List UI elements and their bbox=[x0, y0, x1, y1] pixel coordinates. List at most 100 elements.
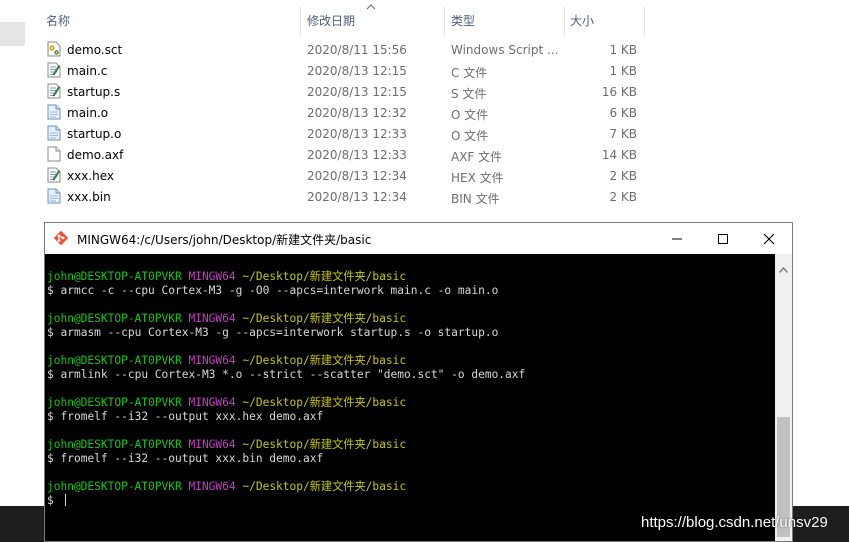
prompt-symbol: $ bbox=[47, 284, 54, 297]
taskbar-strip bbox=[0, 506, 44, 542]
file-size: 1 KB bbox=[609, 43, 637, 57]
file-size: 6 KB bbox=[609, 106, 637, 120]
prompt-symbol: $ bbox=[47, 326, 54, 339]
window-title: MINGW64:/c/Users/john/Desktop/新建文件夹/basi… bbox=[77, 233, 372, 247]
column-header-name[interactable]: 名称 bbox=[40, 0, 300, 36]
column-header-type-label: 类型 bbox=[451, 14, 476, 28]
maximize-icon bbox=[718, 234, 728, 244]
script-file-icon bbox=[47, 41, 61, 57]
source-file-icon bbox=[47, 62, 61, 78]
file-row[interactable]: demo.axf 2020/8/13 12:33 AXF 文件 14 KB bbox=[40, 144, 650, 165]
object-file-icon bbox=[47, 125, 61, 141]
prompt-symbol: $ bbox=[47, 494, 54, 507]
close-button[interactable] bbox=[746, 223, 792, 254]
file-type: AXF 文件 bbox=[451, 150, 503, 164]
file-row[interactable]: startup.s 2020/8/13 12:15 S 文件 16 KB bbox=[40, 81, 650, 102]
prompt-user: john@DESKTOP-AT0PVKR bbox=[47, 270, 182, 283]
file-explorer: 名称 修改日期 类型 大小 demo.sct 2020/8/11 15:56 Win… bbox=[0, 0, 849, 222]
file-name: xxx.bin bbox=[67, 190, 111, 204]
file-row[interactable]: main.o 2020/8/13 12:32 O 文件 6 KB bbox=[40, 102, 650, 123]
file-name: main.o bbox=[67, 106, 109, 120]
prompt-path: ~/Desktop/新建文件夹/basic bbox=[242, 396, 407, 409]
file-size: 16 KB bbox=[601, 85, 637, 99]
command-text: armcc -c --cpu Cortex-M3 -g -O0 --apcs=i… bbox=[60, 284, 499, 297]
navigation-pane-selection[interactable] bbox=[0, 22, 25, 46]
object-file-icon bbox=[47, 104, 61, 120]
column-separator[interactable] bbox=[644, 6, 645, 36]
terminal-console[interactable]: john@DESKTOP-AT0PVKR MINGW64 ~/Desktop/新… bbox=[45, 254, 775, 541]
command-line: $ fromelf --i32 --output xxx.hex demo.ax… bbox=[47, 410, 323, 424]
command-line: $ fromelf --i32 --output xxx.bin demo.ax… bbox=[47, 452, 323, 466]
file-type: S 文件 bbox=[451, 87, 487, 101]
column-header-date-label: 修改日期 bbox=[307, 14, 356, 28]
file-row[interactable]: demo.sct 2020/8/11 15:56 Windows Script ..… bbox=[40, 39, 650, 60]
file-date: 2020/8/13 12:15 bbox=[307, 64, 407, 78]
prompt-line: john@DESKTOP-AT0PVKR MINGW64 ~/Desktop/新… bbox=[47, 354, 406, 368]
command-text: fromelf --i32 --output xxx.bin demo.axf bbox=[60, 452, 324, 465]
minimize-icon bbox=[672, 238, 682, 240]
file-date: 2020/8/13 12:34 bbox=[307, 190, 407, 204]
prompt-symbol: $ bbox=[47, 410, 54, 423]
maximize-button[interactable] bbox=[700, 223, 746, 254]
object-file-icon bbox=[47, 188, 61, 204]
file-size: 14 KB bbox=[601, 148, 637, 162]
prompt-user: john@DESKTOP-AT0PVKR bbox=[47, 354, 182, 367]
file-type: O 文件 bbox=[451, 108, 489, 122]
prompt-path: ~/Desktop/新建文件夹/basic bbox=[242, 354, 407, 367]
file-size: 2 KB bbox=[609, 190, 637, 204]
prompt-line: john@DESKTOP-AT0PVKR MINGW64 ~/Desktop/新… bbox=[47, 396, 406, 410]
command-line: $ armcc -c --cpu Cortex-M3 -g -O0 --apcs… bbox=[47, 284, 498, 298]
file-row[interactable]: main.c 2020/8/13 12:15 C 文件 1 KB bbox=[40, 60, 650, 81]
git-bash-icon bbox=[53, 230, 69, 246]
file-type: O 文件 bbox=[451, 129, 489, 143]
prompt-host: MINGW64 bbox=[188, 480, 236, 493]
command-text: armasm --cpu Cortex-M3 -g --apcs=interwo… bbox=[60, 326, 499, 339]
file-type: BIN 文件 bbox=[451, 192, 500, 206]
blank-file-icon bbox=[47, 146, 61, 162]
source-file-icon bbox=[47, 83, 61, 99]
prompt-user: john@DESKTOP-AT0PVKR bbox=[47, 312, 182, 325]
command-text: fromelf --i32 --output xxx.hex demo.axf bbox=[60, 410, 324, 423]
command-line: $ armasm --cpu Cortex-M3 -g --apcs=inter… bbox=[47, 326, 498, 340]
prompt-user: john@DESKTOP-AT0PVKR bbox=[47, 396, 182, 409]
file-size: 7 KB bbox=[609, 127, 637, 141]
file-name: main.c bbox=[67, 64, 108, 78]
file-name: startup.s bbox=[67, 85, 121, 99]
file-type: C 文件 bbox=[451, 66, 488, 80]
file-name: demo.sct bbox=[67, 43, 123, 57]
minimize-button[interactable] bbox=[654, 223, 700, 254]
prompt-path: ~/Desktop/新建文件夹/basic bbox=[242, 312, 407, 325]
prompt-host: MINGW64 bbox=[188, 354, 236, 367]
prompt-path: ~/Desktop/新建文件夹/basic bbox=[242, 270, 407, 283]
column-header-type[interactable]: 类型 bbox=[445, 0, 564, 36]
prompt-line: john@DESKTOP-AT0PVKR MINGW64 ~/Desktop/新… bbox=[47, 270, 406, 284]
prompt-path: ~/Desktop/新建文件夹/basic bbox=[242, 480, 407, 493]
prompt-line: john@DESKTOP-AT0PVKR MINGW64 ~/Desktop/新… bbox=[47, 312, 406, 326]
prompt-host: MINGW64 bbox=[188, 396, 236, 409]
file-name: demo.axf bbox=[67, 148, 124, 162]
file-row[interactable]: xxx.bin 2020/8/13 12:34 BIN 文件 2 KB bbox=[40, 186, 650, 207]
mingw-terminal-window[interactable]: MINGW64:/c/Users/john/Desktop/新建文件夹/basi… bbox=[44, 222, 793, 542]
close-icon bbox=[763, 233, 775, 245]
column-header-size[interactable]: 大小 bbox=[565, 0, 644, 36]
file-row[interactable]: startup.o 2020/8/13 12:33 O 文件 7 KB bbox=[40, 123, 650, 144]
file-size: 2 KB bbox=[609, 169, 637, 183]
column-header-size-label: 大小 bbox=[570, 14, 595, 28]
file-size: 1 KB bbox=[609, 64, 637, 78]
prompt-symbol: $ bbox=[47, 452, 54, 465]
watermark: https://blog.csdn.net/unsv29 bbox=[641, 514, 828, 531]
command-text: armlink --cpu Cortex-M3 *.o --strict --s… bbox=[60, 368, 526, 381]
file-name: xxx.hex bbox=[67, 169, 114, 183]
column-header-name-label: 名称 bbox=[46, 14, 71, 28]
scroll-up-icon[interactable] bbox=[779, 258, 788, 277]
file-date: 2020/8/13 12:33 bbox=[307, 148, 407, 162]
command-line: $ bbox=[47, 494, 66, 508]
prompt-user: john@DESKTOP-AT0PVKR bbox=[47, 438, 182, 451]
prompt-host: MINGW64 bbox=[188, 438, 236, 451]
file-name: startup.o bbox=[67, 127, 122, 141]
terminal-titlebar[interactable]: MINGW64:/c/Users/john/Desktop/新建文件夹/basi… bbox=[45, 223, 792, 254]
file-date: 2020/8/13 12:15 bbox=[307, 85, 407, 99]
terminal-scrollbar[interactable] bbox=[775, 254, 792, 541]
text-cursor bbox=[64, 494, 66, 506]
file-row[interactable]: xxx.hex 2020/8/13 12:34 HEX 文件 2 KB bbox=[40, 165, 650, 186]
